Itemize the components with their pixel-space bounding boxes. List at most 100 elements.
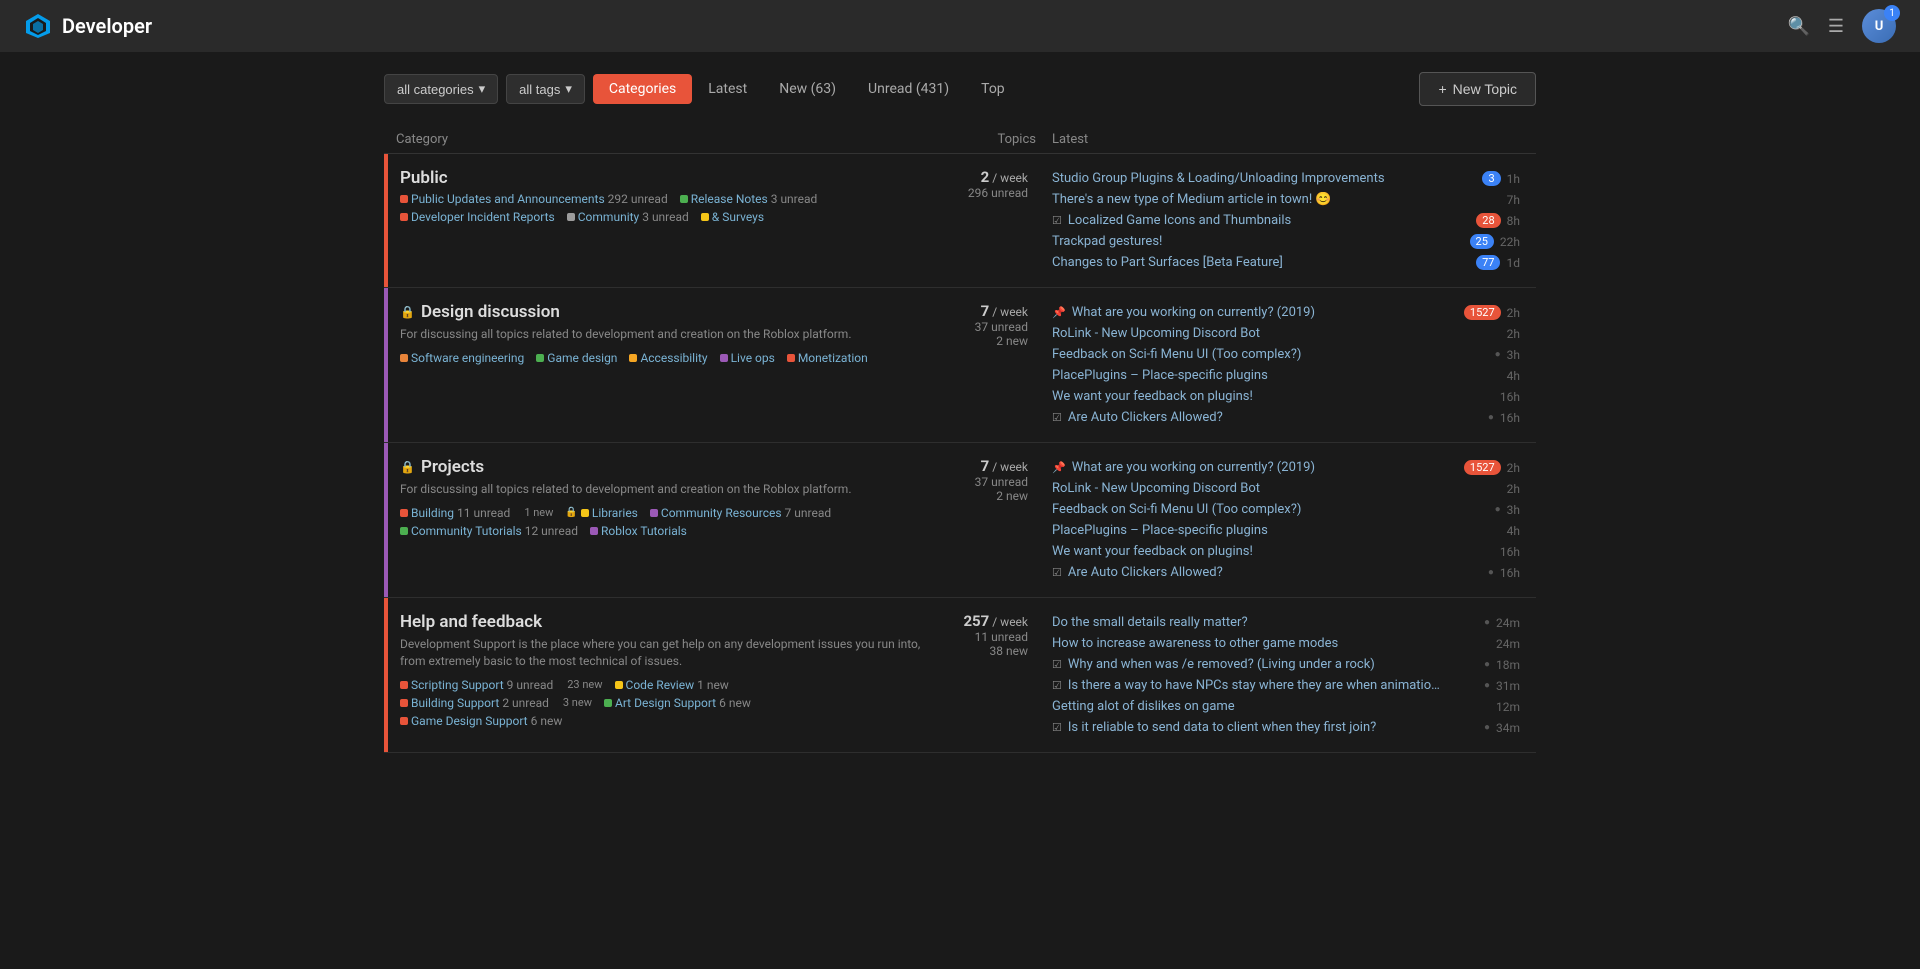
topic-row: We want your feedback on plugins!16h <box>1052 541 1520 562</box>
topic-link[interactable]: Why and when was /e removed? (Living und… <box>1068 657 1478 672</box>
subcat-name[interactable]: Accessibility <box>640 351 707 365</box>
subcategory-item: Art Design Support 6 new <box>604 696 751 710</box>
topic-link[interactable]: Are Auto Clickers Allowed? <box>1068 565 1482 580</box>
subcat-name[interactable]: Art Design Support <box>615 696 716 710</box>
subcat-name[interactable]: Game Design Support <box>411 714 528 728</box>
category-stats: 257 / week11 unread38 new <box>936 598 1036 752</box>
tags-filter[interactable]: all tags ▾ <box>506 74 585 104</box>
subcat-count: 1 new <box>697 678 729 692</box>
menu-icon[interactable]: ☰ <box>1828 16 1844 37</box>
category-desc: For discussing all topics related to dev… <box>400 326 924 343</box>
subcat-name[interactable]: Scripting Support <box>411 678 504 692</box>
new-topic-button[interactable]: + New Topic <box>1419 72 1536 106</box>
subcat-name[interactable]: Release Notes <box>691 192 768 206</box>
topic-link[interactable]: Getting alot of dislikes on game <box>1052 699 1490 714</box>
subcat-color-dot <box>604 699 612 707</box>
subcat-name[interactable]: Libraries <box>592 506 638 520</box>
topic-reply-badge: 1527 <box>1464 305 1501 320</box>
category-name[interactable]: 🔒Projects <box>400 457 924 477</box>
avatar-wrap[interactable]: U 1 <box>1862 9 1896 43</box>
subcat-name[interactable]: Code Review <box>626 678 695 692</box>
topic-link[interactable]: Feedback on Sci-fi Menu UI (Too complex?… <box>1052 502 1489 517</box>
tab-latest[interactable]: Latest <box>692 74 763 104</box>
subcat-color-dot <box>400 354 408 362</box>
stat-unread: 37 unread <box>944 475 1028 489</box>
header-left: Developer <box>24 12 152 40</box>
topic-row: Changes to Part Surfaces [Beta Feature] 7… <box>1052 252 1520 273</box>
subcat-name[interactable]: Live ops <box>731 351 775 365</box>
stat-unread: 296 unread <box>944 186 1028 200</box>
topic-link[interactable]: How to increase awareness to other game … <box>1052 636 1490 651</box>
topic-link[interactable]: What are you working on currently? (2019… <box>1072 305 1458 320</box>
topic-time: 3h <box>1507 348 1520 362</box>
topic-link[interactable]: PlacePlugins – Place-specific plugins <box>1052 523 1501 538</box>
topic-link[interactable]: Is it reliable to send data to client wh… <box>1068 720 1478 735</box>
subcat-name[interactable]: Building Support <box>411 696 499 710</box>
topic-row: Do the small details really matter?●24m <box>1052 612 1520 633</box>
subcategory-item: Community 3 unread <box>567 210 689 224</box>
topic-time: 2h <box>1507 327 1520 341</box>
subcategory-item: Game Design Support 6 new <box>400 714 562 728</box>
topic-link[interactable]: Localized Game Icons and Thumbnails <box>1068 213 1470 228</box>
topic-link[interactable]: PlacePlugins – Place-specific plugins <box>1052 368 1501 383</box>
category-name[interactable]: Public <box>400 168 924 188</box>
topic-link[interactable]: Studio Group Plugins & Loading/Unloading… <box>1052 171 1476 186</box>
category-stats: 7 / week37 unread2 new <box>936 443 1036 597</box>
category-latest: Do the small details really matter?●24mH… <box>1036 598 1536 752</box>
tab-top[interactable]: Top <box>965 74 1021 104</box>
topic-link[interactable]: We want your feedback on plugins! <box>1052 544 1494 559</box>
topic-link[interactable]: We want your feedback on plugins! <box>1052 389 1494 404</box>
topic-row: ☑Localized Game Icons and Thumbnails288h <box>1052 210 1520 231</box>
chevron-icon: ▾ <box>565 81 572 97</box>
subcat-color-dot <box>720 354 728 362</box>
stat-new: 2 new <box>944 334 1028 348</box>
category-filter[interactable]: all categories ▾ <box>384 74 498 104</box>
tab-unread[interactable]: Unread (431) <box>852 74 965 104</box>
topic-link[interactable]: Is there a way to have NPCs stay where t… <box>1068 678 1478 693</box>
subcat-name[interactable]: Building <box>411 506 454 520</box>
topic-time: 34m <box>1496 721 1520 735</box>
tab-categories[interactable]: Categories <box>593 74 692 104</box>
topic-row: Trackpad gestures!2522h <box>1052 231 1520 252</box>
subcategories: Public Updates and Announcements 292 unr… <box>400 192 924 224</box>
subcat-name[interactable]: Monetization <box>798 351 868 365</box>
topic-time: 1h <box>1507 172 1520 186</box>
topic-link[interactable]: Feedback on Sci-fi Menu UI (Too complex?… <box>1052 347 1489 362</box>
topic-link[interactable]: What are you working on currently? (2019… <box>1072 460 1458 475</box>
subcat-name[interactable]: Community Resources <box>661 506 782 520</box>
topic-link[interactable]: There's a new type of Medium article in … <box>1052 192 1501 207</box>
topic-link[interactable]: RoLink - New Upcoming Discord Bot <box>1052 481 1501 496</box>
topic-time: 8h <box>1507 214 1520 228</box>
category-name[interactable]: Help and feedback <box>400 612 924 632</box>
topic-reply-badge: 77 <box>1476 255 1500 270</box>
topic-link[interactable]: Do the small details really matter? <box>1052 615 1478 630</box>
search-icon[interactable]: 🔍 <box>1787 16 1809 37</box>
topic-link[interactable]: Are Auto Clickers Allowed? <box>1068 410 1482 425</box>
topic-row: RoLink - New Upcoming Discord Bot2h <box>1052 478 1520 499</box>
subcat-name[interactable]: Game design <box>547 351 617 365</box>
subcat-name[interactable]: & Surveys <box>712 210 764 224</box>
topic-row: Getting alot of dislikes on game12m <box>1052 696 1520 717</box>
subcat-name[interactable]: Public Updates and Announcements <box>411 192 605 206</box>
solved-icon: ☑ <box>1052 679 1062 692</box>
topic-link[interactable]: Trackpad gestures! <box>1052 234 1464 249</box>
subcat-name[interactable]: Community <box>578 210 639 224</box>
topic-link[interactable]: Changes to Part Surfaces [Beta Feature] <box>1052 255 1470 270</box>
subcat-name[interactable]: Community Tutorials <box>411 524 522 538</box>
subcategory-item: Game design <box>536 351 617 365</box>
subcat-count: 3 unread <box>642 210 689 224</box>
subcat-color-dot <box>787 354 795 362</box>
topbar-left: all categories ▾ all tags ▾ Categories L… <box>384 74 1021 104</box>
subcat-name[interactable]: Software engineering <box>411 351 524 365</box>
subcat-name[interactable]: Roblox Tutorials <box>601 524 687 538</box>
stat-count: 7 / week <box>944 302 1028 320</box>
solved-icon: ☑ <box>1052 658 1062 671</box>
topic-bullet: ● <box>1484 617 1490 628</box>
tab-new[interactable]: New (63) <box>763 74 852 104</box>
stat-count: 257 / week <box>944 612 1028 630</box>
category-name[interactable]: 🔒Design discussion <box>400 302 924 322</box>
topic-link[interactable]: RoLink - New Upcoming Discord Bot <box>1052 326 1501 341</box>
solved-icon: ☑ <box>1052 411 1062 424</box>
subcat-name[interactable]: Developer Incident Reports <box>411 210 555 224</box>
topic-time: 1d <box>1506 256 1520 270</box>
